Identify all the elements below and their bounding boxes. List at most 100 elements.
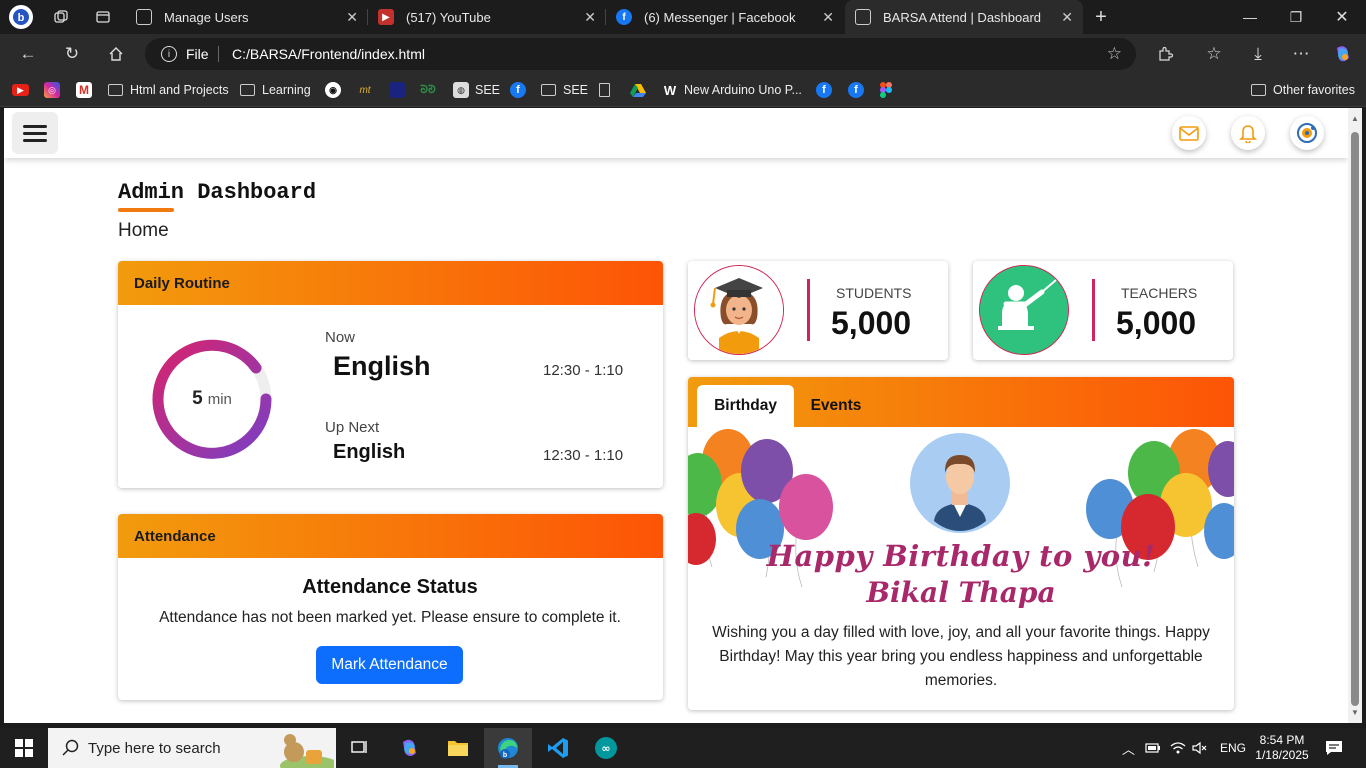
window-close-icon[interactable]: ✕ (1319, 0, 1365, 34)
profile-avatar-icon[interactable]: b (9, 5, 33, 29)
remaining-value: 5 (192, 388, 203, 409)
tab-actions-icon[interactable] (92, 6, 114, 28)
speaker-muted-icon[interactable] (1192, 728, 1208, 768)
copilot-taskbar-icon[interactable] (386, 728, 434, 768)
battery-icon[interactable] (1145, 728, 1161, 768)
close-icon[interactable]: ✕ (822, 9, 834, 26)
clock-date: 1/18/2025 (1255, 748, 1309, 762)
bookmark-arduino[interactable]: W New Arduino Uno P... (662, 81, 802, 99)
taskbar-clock[interactable]: 8:54 PM 1/18/2025 (1254, 728, 1310, 768)
home-icon[interactable] (104, 42, 128, 66)
bookmark-folder-learning[interactable]: Learning (240, 81, 311, 99)
scroll-up-icon[interactable]: ▲ (1351, 114, 1359, 123)
hamburger-menu-icon[interactable] (12, 112, 58, 154)
card-header: Attendance (118, 514, 663, 558)
workspaces-icon[interactable] (50, 6, 72, 28)
facebook-icon: f (616, 9, 632, 25)
tab-birthday[interactable]: Birthday (697, 385, 794, 427)
search-highlight-icon (280, 734, 334, 768)
dark-bookmark-icon[interactable] (389, 81, 411, 99)
bookmark-folder-see[interactable]: SEE (541, 81, 588, 99)
bookmark-folder-other-favorites[interactable]: Other favorites (1251, 81, 1355, 99)
tab-title: (6) Messenger | Facebook (644, 9, 796, 25)
mt-bookmark-icon[interactable]: mt (357, 81, 379, 99)
page-title: Admin Dashboard (118, 180, 317, 205)
facebook-bookmark-icon[interactable]: f (510, 81, 532, 99)
notifications-icon[interactable] (1325, 728, 1343, 768)
scroll-down-icon[interactable]: ▼ (1351, 708, 1359, 717)
stat-value: 5,000 (1116, 305, 1197, 341)
tab-youtube[interactable]: ▶ (517) YouTube ✕ (368, 0, 606, 34)
page-icon (855, 9, 871, 25)
new-tab-icon[interactable]: + (1090, 6, 1112, 28)
page-header: Admin Dashboard Home (118, 180, 316, 242)
next-subject: English (333, 441, 406, 463)
windows-start-icon[interactable] (0, 728, 48, 768)
more-menu-icon[interactable]: ⋯ (1289, 42, 1313, 66)
refresh-icon[interactable]: ↻ (60, 42, 84, 66)
app-logo-icon[interactable] (1290, 116, 1324, 150)
downloads-icon[interactable]: ⤓ (1246, 42, 1270, 66)
birthday-greeting: Happy Birthday to you! (766, 539, 1156, 573)
copilot-icon[interactable] (1331, 42, 1355, 66)
birthday-person-name: Bikal Thapa (866, 576, 1056, 609)
input-language[interactable]: ENG (1220, 728, 1246, 768)
bookmark-see-site[interactable]: ◍ SEE (453, 81, 500, 99)
show-hidden-icons[interactable]: ︿ (1122, 728, 1135, 768)
close-icon[interactable]: ✕ (346, 9, 358, 26)
page-bookmark-icon[interactable] (599, 81, 616, 99)
breadcrumb: Home (118, 220, 169, 241)
page-scrollbar[interactable]: ▲ ▼ (1348, 108, 1362, 723)
back-arrow-icon[interactable]: ← (16, 42, 40, 66)
tab-barsa-dashboard[interactable]: BARSA Attend | Dashboard ✕ (845, 0, 1083, 34)
bell-icon[interactable] (1231, 116, 1265, 150)
wifi-icon[interactable] (1170, 728, 1186, 768)
tab-manage-users[interactable]: Manage Users ✕ (126, 0, 368, 34)
mail-icon[interactable] (1172, 116, 1206, 150)
bookmark-label: SEE (563, 83, 589, 97)
edge-browser-icon[interactable]: b (484, 728, 532, 768)
address-url-text[interactable]: C:/BARSA/Frontend/index.html (232, 46, 425, 62)
daily-routine-card: Daily Routine 5 min Now English 12:30 - … (118, 261, 663, 488)
file-explorer-icon[interactable] (434, 728, 482, 768)
extensions-icon[interactable] (1153, 42, 1177, 66)
github-bookmark-icon[interactable]: ◉ (325, 81, 347, 99)
favorite-star-icon[interactable]: ☆ (1107, 44, 1122, 64)
geeksforgeeks-bookmark-icon[interactable]: ᘐᘑ (420, 81, 442, 99)
figma-bookmark-icon[interactable] (880, 81, 892, 99)
facebook-bookmark-icon[interactable]: f (848, 81, 870, 99)
folder-icon (108, 84, 123, 96)
address-divider (218, 46, 219, 62)
facebook-bookmark-icon[interactable]: f (816, 81, 838, 99)
stat-divider (1092, 279, 1095, 341)
info-icon[interactable]: i (161, 46, 177, 62)
favorites-icon[interactable]: ☆ (1202, 42, 1226, 66)
scrollbar-thumb[interactable] (1351, 132, 1359, 706)
clock-time: 8:54 PM (1259, 733, 1305, 747)
gmail-bookmark-icon[interactable]: M (76, 81, 98, 99)
google-drive-bookmark-icon[interactable] (630, 81, 646, 99)
close-icon[interactable]: ✕ (1061, 9, 1073, 26)
tab-messenger[interactable]: f (6) Messenger | Facebook ✕ (606, 0, 844, 34)
instagram-bookmark-icon[interactable]: ◎ (44, 81, 66, 99)
arduino-ide-icon[interactable]: ∞ (582, 728, 630, 768)
browser-tab-strip: b Manage Users ✕ ▶ (517) YouTube ✕ f (6)… (0, 0, 1366, 34)
tab-events[interactable]: Events (796, 385, 876, 427)
bookmark-label: Html and Projects (130, 83, 229, 97)
youtube-bookmark-icon[interactable]: ▶ (12, 81, 35, 99)
vscode-icon[interactable] (534, 728, 582, 768)
mark-attendance-button[interactable]: Mark Attendance (316, 646, 463, 684)
taskbar-search-box[interactable]: Type here to search (48, 728, 336, 768)
bookmark-folder-html-projects[interactable]: Html and Projects (108, 81, 229, 99)
address-bar[interactable]: i File C:/BARSA/Frontend/index.html ☆ (145, 38, 1136, 70)
close-icon[interactable]: ✕ (584, 9, 596, 26)
minimize-icon[interactable]: — (1227, 0, 1273, 34)
teacher-board-icon (979, 265, 1069, 355)
folder-icon (541, 84, 556, 96)
stat-divider (807, 279, 810, 341)
title-underline (118, 208, 174, 212)
stat-label: STUDENTS (836, 285, 912, 301)
stat-label: TEACHERS (1121, 285, 1198, 301)
restore-icon[interactable]: ❐ (1273, 0, 1319, 34)
task-view-icon[interactable] (336, 728, 384, 768)
